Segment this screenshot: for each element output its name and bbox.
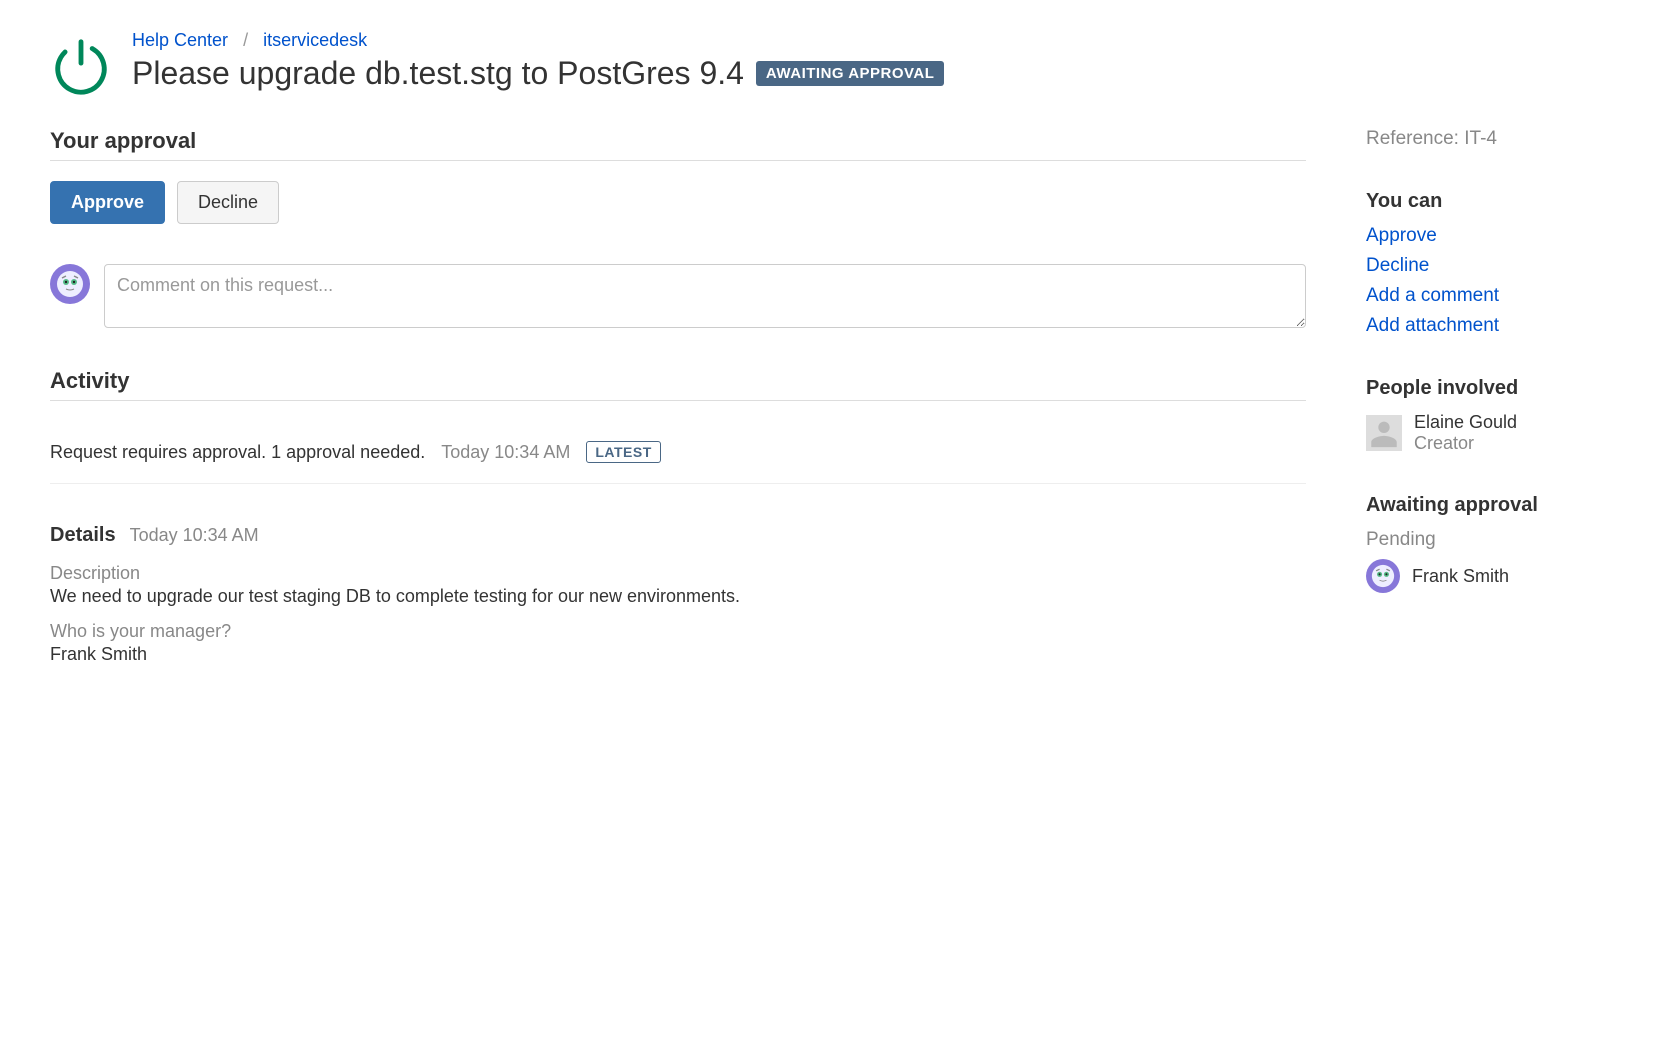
page-title: Please upgrade db.test.stg to PostGres 9… — [132, 55, 1626, 92]
sidebar: Reference: IT-4 You can Approve Decline … — [1366, 128, 1626, 665]
main-content: Your approval Approve Decline Activity — [50, 128, 1306, 665]
reference-value: IT-4 — [1464, 128, 1497, 149]
approver-name: Frank Smith — [1412, 566, 1509, 587]
creator-name: Elaine Gould — [1414, 412, 1517, 433]
status-badge: AWAITING APPROVAL — [756, 61, 945, 86]
latest-badge: LATEST — [586, 441, 660, 463]
sidebar-link-add-comment[interactable]: Add a comment — [1366, 285, 1499, 306]
activity-time: Today 10:34 AM — [441, 442, 570, 463]
sidebar-link-decline[interactable]: Decline — [1366, 255, 1429, 276]
breadcrumb: Help Center / itservicedesk — [132, 30, 1626, 51]
comment-input[interactable] — [104, 264, 1306, 328]
person-avatar-placeholder — [1366, 415, 1402, 451]
activity-heading: Activity — [50, 368, 1306, 401]
breadcrumb-project[interactable]: itservicedesk — [263, 30, 367, 50]
sidebar-link-approve[interactable]: Approve — [1366, 225, 1437, 246]
activity-message: Request requires approval. 1 approval ne… — [50, 442, 425, 463]
creator-role: Creator — [1414, 433, 1517, 454]
sidebar-link-add-attachment[interactable]: Add attachment — [1366, 315, 1499, 336]
page-title-text: Please upgrade db.test.stg to PostGres 9… — [132, 55, 744, 92]
awaiting-status: Pending — [1366, 529, 1626, 551]
reference-label: Reference: — [1366, 128, 1459, 149]
current-user-avatar — [50, 264, 90, 304]
details-time: Today 10:34 AM — [130, 525, 259, 546]
page-header: Help Center / itservicedesk Please upgra… — [50, 30, 1626, 98]
breadcrumb-help-center[interactable]: Help Center — [132, 30, 228, 50]
activity-entry: Request requires approval. 1 approval ne… — [50, 421, 1306, 484]
person-creator: Elaine Gould Creator — [1366, 412, 1626, 454]
people-involved-heading: People involved — [1366, 377, 1626, 400]
comment-row — [50, 264, 1306, 328]
approval-heading: Your approval — [50, 128, 1306, 161]
manager-label: Who is your manager? — [50, 621, 1306, 642]
details-section: Details Today 10:34 AM Description We ne… — [50, 524, 1306, 665]
approval-actions: Approve Decline — [50, 181, 1306, 224]
you-can-heading: You can — [1366, 190, 1626, 213]
details-heading: Details — [50, 524, 116, 547]
awaiting-approval-heading: Awaiting approval — [1366, 494, 1626, 517]
power-icon — [50, 36, 112, 98]
decline-button[interactable]: Decline — [177, 181, 279, 224]
approver-avatar — [1366, 559, 1400, 593]
description-label: Description — [50, 563, 1306, 584]
description-value: We need to upgrade our test staging DB t… — [50, 586, 1306, 607]
manager-value: Frank Smith — [50, 644, 1306, 665]
you-can-links: Approve Decline Add a comment Add attach… — [1366, 225, 1626, 337]
person-approver: Frank Smith — [1366, 559, 1626, 593]
reference: Reference: IT-4 — [1366, 128, 1626, 150]
breadcrumb-separator: / — [243, 30, 248, 50]
approve-button[interactable]: Approve — [50, 181, 165, 224]
